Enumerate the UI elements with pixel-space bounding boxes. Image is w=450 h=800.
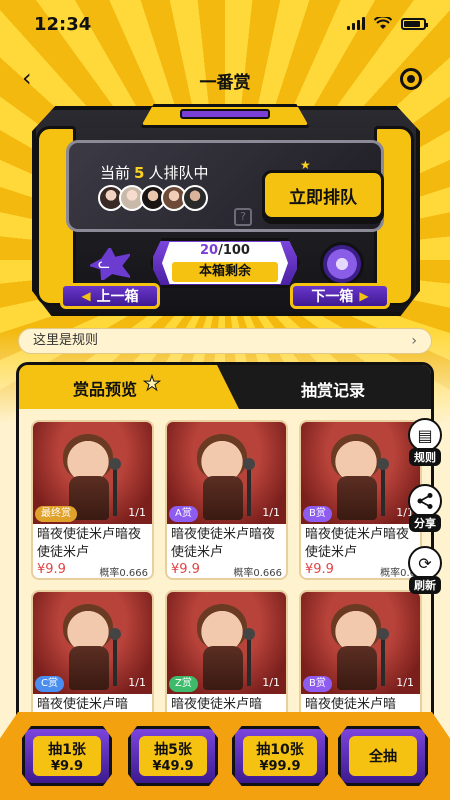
battery-icon (401, 17, 428, 30)
prize-price: ¥9.9 (37, 562, 66, 577)
rules-side-button[interactable]: ▤ 规则 (404, 418, 446, 468)
status-time: 12:34 (34, 14, 92, 35)
tab-draw-records[interactable]: 抽赏记录 (301, 377, 365, 401)
signal-icon (347, 17, 365, 30)
gear-icon (320, 242, 364, 286)
machine-top-bar (180, 109, 270, 119)
wifi-icon (374, 17, 392, 29)
draw-10-label: 抽10张 (256, 741, 304, 758)
queue-suffix: 人排队中 (148, 164, 209, 182)
share-side-button[interactable]: 分享 (404, 484, 446, 534)
prize-badge: B赏 (303, 506, 332, 522)
prize-badge: Z赏 (169, 676, 198, 692)
clipboard-icon: ▤ (408, 418, 442, 452)
nav-bar: ‹ 一番赏 (0, 58, 450, 102)
triangle-left-icon: ◀ (81, 289, 91, 303)
page-title: 一番赏 (199, 73, 251, 93)
prize-stock: 1/1 (262, 506, 280, 519)
draw-5-label: 抽5张 (154, 741, 192, 758)
prize-price: ¥9.9 (171, 562, 200, 577)
queue-avatars (98, 185, 208, 211)
avatar (182, 185, 208, 211)
draw-all-label: 全抽 (369, 749, 397, 765)
join-queue-button[interactable]: 立即排队 (262, 170, 384, 220)
tab-prize-preview-label: 赏品预览 (73, 380, 138, 399)
rules-text: 这里是规则 (33, 333, 99, 348)
prize-price: ¥9.9 (305, 562, 334, 577)
prize-stock: 1/1 (262, 676, 280, 689)
remaining-count: 20/100 (162, 243, 288, 258)
prize-probability: 概率0.666 (99, 568, 148, 579)
refresh-side-label: 刷新 (409, 576, 441, 594)
prize-stock: 1/1 (128, 676, 146, 689)
prize-card[interactable]: 最终赏 1/1 暗夜使徒米卢暗夜使徒米卢 ¥9.9 概率0.666 (31, 420, 154, 580)
draw-10-amount: ¥99.9 (259, 758, 301, 774)
refresh-icon: ⟳ (408, 546, 442, 580)
rules-bar[interactable]: 这里是规则 › (18, 328, 432, 354)
tab-bar: 赏品预览 ★ 抽赏记录 (19, 365, 431, 409)
prize-card[interactable]: A赏 1/1 暗夜使徒米卢暗夜使徒米卢 ¥9.9 概率0.666 (165, 420, 288, 580)
rules-side-label: 规则 (409, 448, 441, 466)
chevron-right-icon: › (411, 333, 417, 349)
prize-badge: A赏 (169, 506, 198, 522)
prize-badge: B赏 (303, 676, 332, 692)
draw-5-button[interactable]: 抽5张 ¥49.9 (128, 726, 218, 786)
draw-10-button[interactable]: 抽10张 ¥99.9 (232, 726, 328, 786)
next-box-label: 下一箱 (311, 289, 354, 305)
prize-stock: 1/1 (396, 676, 414, 689)
draw-1-label: 抽1张 (48, 741, 86, 758)
prize-title: 暗夜使徒米卢暗夜使徒米卢 (37, 527, 142, 560)
queue-prefix: 当前 (100, 164, 131, 182)
question-icon: ? (234, 208, 252, 226)
prize-probability: 概率0.666 (233, 568, 282, 579)
cat-face-icon: ᓚ (98, 256, 110, 272)
status-icons (347, 17, 428, 30)
star-icon: ★ (143, 371, 162, 396)
remaining-label: 本箱剩余 (172, 262, 278, 282)
triangle-right-icon: ▶ (359, 289, 369, 303)
share-icon (408, 484, 442, 518)
status-bar: 12:34 (0, 0, 450, 40)
refresh-side-button[interactable]: ⟳ 刷新 (404, 546, 446, 596)
prize-title: 暗夜使徒米卢暗夜使徒米卢 (171, 527, 276, 560)
share-side-label: 分享 (409, 514, 441, 532)
prize-badge: C赏 (35, 676, 64, 692)
target-icon[interactable] (394, 62, 428, 96)
draw-1-button[interactable]: 抽1张 ¥9.9 (22, 726, 112, 786)
draw-all-button[interactable]: 全抽 (338, 726, 428, 786)
queue-status: 当前 5 人排队中 (100, 162, 208, 183)
remaining-current: 20 (200, 243, 219, 258)
queue-count: 5 (134, 164, 145, 182)
remaining-total: /100 (218, 243, 250, 258)
draw-1-amount: ¥9.9 (50, 758, 84, 774)
prev-box-button[interactable]: ◀ 上一箱 (60, 283, 160, 309)
next-box-button[interactable]: 下一箱 ▶ (290, 283, 390, 309)
prize-badge: 最终赏 (35, 506, 77, 522)
prize-stock: 1/1 (128, 506, 146, 519)
prev-box-label: 上一箱 (96, 289, 139, 305)
draw-5-amount: ¥49.9 (152, 758, 194, 774)
